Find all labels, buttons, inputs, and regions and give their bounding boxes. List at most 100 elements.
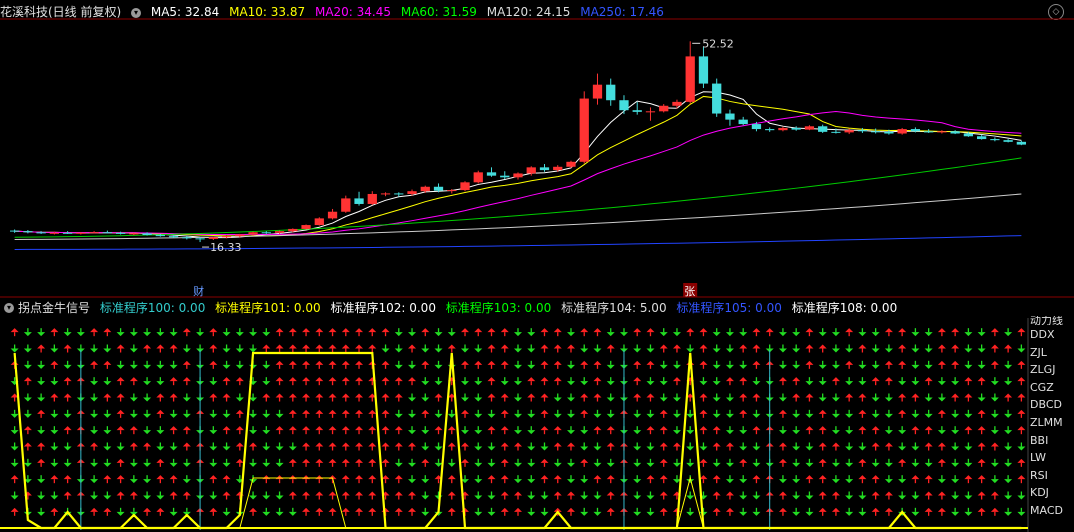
signal-down-arrow <box>222 332 231 337</box>
signal-up-arrow <box>421 328 430 333</box>
signal-down-arrow <box>63 446 72 451</box>
signal-up-arrow <box>381 507 390 512</box>
signal-up-arrow <box>606 475 615 480</box>
signal-down-arrow <box>143 397 152 402</box>
signal-up-arrow <box>752 360 761 365</box>
signal-down-arrow <box>23 348 32 353</box>
signal-up-arrow <box>341 491 350 496</box>
signal-down-arrow <box>646 462 655 467</box>
signal-up-arrow <box>23 442 32 447</box>
signal-up-arrow <box>116 458 125 463</box>
signal-down-arrow <box>37 511 46 516</box>
signal-up-arrow <box>37 409 46 414</box>
signal-up-arrow <box>10 328 19 333</box>
signal-up-arrow <box>394 475 403 480</box>
signal-down-arrow <box>10 446 19 451</box>
signal-down-arrow <box>143 381 152 386</box>
signal-down-arrow <box>169 332 178 337</box>
signal-down-arrow <box>831 332 840 337</box>
signal-down-arrow <box>778 348 787 353</box>
signal-down-arrow <box>831 462 840 467</box>
signal-down-arrow <box>646 511 655 516</box>
signal-down-arrow <box>924 462 933 467</box>
signal-up-arrow <box>500 360 509 365</box>
signal-down-arrow <box>712 332 721 337</box>
signal-up-arrow <box>487 328 496 333</box>
signal-up-arrow <box>739 409 748 414</box>
signal-up-arrow <box>553 360 562 365</box>
signal-up-arrow <box>659 507 668 512</box>
signal-down-arrow <box>394 332 403 337</box>
signal-up-arrow <box>275 393 284 398</box>
signal-down-arrow <box>474 430 483 435</box>
signal-down-arrow <box>672 462 681 467</box>
signal-up-arrow <box>818 409 827 414</box>
signal-down-arrow <box>898 495 907 500</box>
signal-up-arrow <box>381 426 390 431</box>
signal-up-arrow <box>63 377 72 382</box>
signal-up-arrow <box>553 426 562 431</box>
signal-up-arrow <box>275 377 284 382</box>
signal-down-arrow <box>633 413 642 418</box>
signal-down-arrow <box>209 446 218 451</box>
signal-down-arrow <box>143 462 152 467</box>
signal-up-arrow <box>328 360 337 365</box>
signal-up-arrow <box>421 409 430 414</box>
signal-down-arrow <box>911 332 920 337</box>
signal-up-arrow <box>606 507 615 512</box>
signal-down-arrow <box>63 462 72 467</box>
signal-up-arrow <box>871 426 880 431</box>
candle-body <box>1016 141 1027 145</box>
signal-up-arrow <box>924 377 933 382</box>
signal-down-arrow <box>752 381 761 386</box>
signal-up-arrow <box>725 442 734 447</box>
signal-up-arrow <box>103 393 112 398</box>
signal-up-arrow <box>447 344 456 349</box>
signal-up-arrow <box>315 393 324 398</box>
signal-down-arrow <box>964 462 973 467</box>
signal-up-arrow <box>37 442 46 447</box>
signal-down-arrow <box>977 332 986 337</box>
signal-up-arrow <box>937 328 946 333</box>
signal-up-arrow <box>447 491 456 496</box>
signal-up-arrow <box>593 426 602 431</box>
candle-body <box>632 110 642 112</box>
signal-down-arrow <box>898 381 907 386</box>
signal-down-arrow <box>593 511 602 516</box>
signal-down-arrow <box>871 397 880 402</box>
signal-down-arrow <box>911 364 920 369</box>
signal-down-arrow <box>566 364 575 369</box>
signal-down-arrow <box>540 446 549 451</box>
candle-body <box>486 172 497 176</box>
zhang-marker: 张 <box>684 285 695 298</box>
signal-down-arrow <box>1004 479 1013 484</box>
signal-up-arrow <box>368 458 377 463</box>
signal-down-arrow <box>937 430 946 435</box>
signal-up-arrow <box>977 409 986 414</box>
signal-up-arrow <box>156 475 165 480</box>
signal-up-arrow <box>964 393 973 398</box>
candle-body <box>963 133 974 137</box>
signal-down-arrow <box>659 364 668 369</box>
signal-down-arrow <box>818 332 827 337</box>
signal-up-arrow <box>884 360 893 365</box>
signal-up-arrow <box>182 360 191 365</box>
signal-up-arrow <box>937 442 946 447</box>
signal-down-arrow <box>487 462 496 467</box>
signal-up-arrow <box>50 507 59 512</box>
signal-up-arrow <box>302 491 311 496</box>
signal-down-arrow <box>474 511 483 516</box>
signal-up-arrow <box>911 475 920 480</box>
signal-up-arrow <box>235 458 244 463</box>
signal-down-arrow <box>169 511 178 516</box>
signal-down-arrow <box>712 397 721 402</box>
signal-up-arrow <box>37 344 46 349</box>
signal-up-arrow <box>646 475 655 480</box>
signal-down-arrow <box>235 348 244 353</box>
signal-up-arrow <box>315 442 324 447</box>
signal-down-arrow <box>858 495 867 500</box>
signal-down-arrow <box>739 364 748 369</box>
signal-down-arrow <box>845 430 854 435</box>
signal-down-arrow <box>951 413 960 418</box>
signal-up-arrow <box>990 442 999 447</box>
